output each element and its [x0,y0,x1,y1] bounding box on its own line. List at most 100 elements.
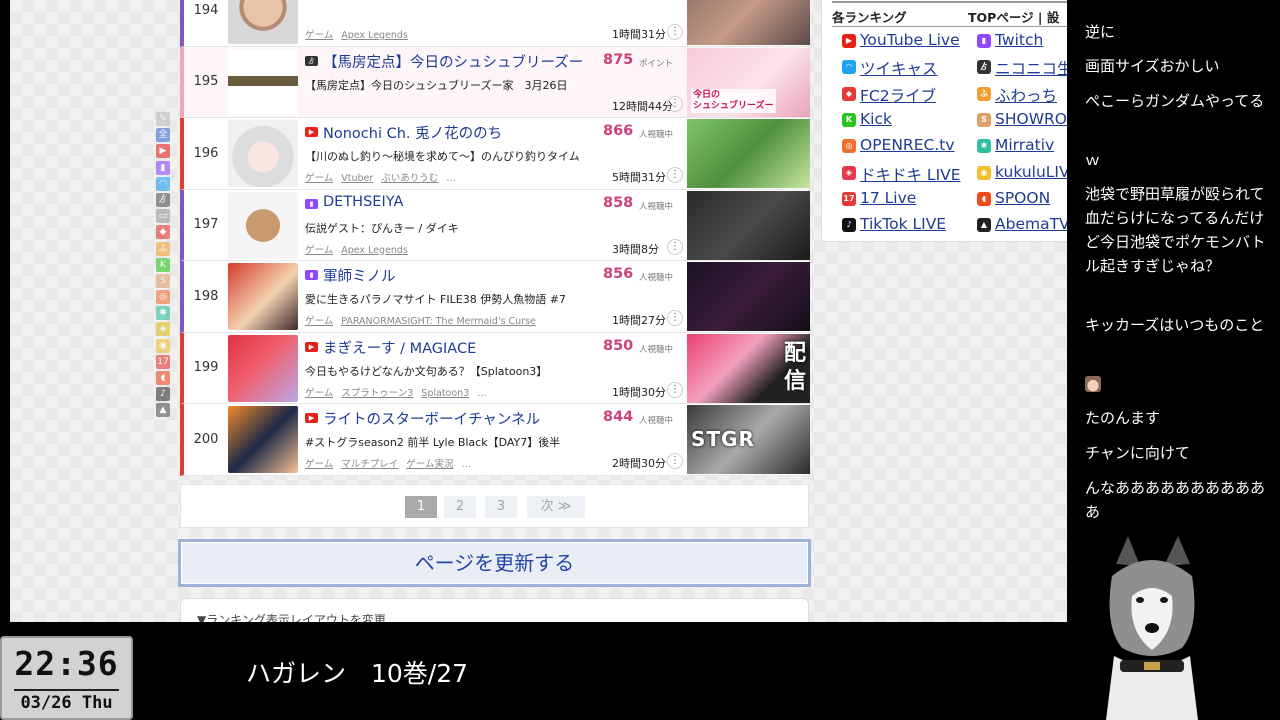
mirrativ-icon[interactable]: ✱ [156,306,170,321]
showroom-icon[interactable]: S [156,273,170,288]
platform-icon: ▶ [305,127,318,137]
tiktok-icon[interactable]: ♪ [156,387,170,402]
more-options-icon[interactable]: ⋮ [667,238,683,255]
tag-link[interactable]: ゲーム [305,316,333,327]
tag-link[interactable]: Apex Legends [341,30,408,41]
platform-link[interactable]: kukuluLIVE [995,163,1067,181]
stream-title[interactable]: 【川のぬし釣り～秘境を求めて～】のんびり釣りタイム [305,148,685,164]
channel-avatar[interactable] [228,191,298,259]
tag-link[interactable]: スプラトゥーン3 [341,388,413,399]
stream-title[interactable]: #ストグラseason2 前半 Lyle Black【DAY7】後半 [305,434,685,450]
channel-name-link[interactable]: まぎえーす / MAGIACE [323,337,593,358]
tag-link[interactable]: Apex Legends [341,245,408,256]
refresh-page-button[interactable]: ページを更新する [178,539,811,587]
fc2-icon[interactable]: ◆ [156,225,170,240]
edit-icon[interactable]: ✎ [156,112,170,126]
stream-tags: ゲーム Vtuber ぶいありうむ… [305,170,464,184]
platform-link[interactable]: ニコニコ生放送 [995,57,1067,79]
stream-title[interactable]: 【馬房定点】今日のシュシュブリーズー家 3月26日 [305,77,685,93]
channel-name-link[interactable]: ライトのスターボーイチャンネル [323,408,593,429]
channel-avatar[interactable] [228,406,298,473]
channel-avatar[interactable] [228,334,298,402]
stream-thumbnail[interactable] [687,262,810,331]
stream-thumbnail[interactable]: STGR [687,405,810,474]
tag-link[interactable]: ゲーム [305,245,333,256]
dokidoki-icon[interactable]: ◈ [156,322,170,337]
page-3-button[interactable]: 3 [485,496,517,518]
more-options-icon[interactable]: ⋮ [667,381,683,398]
tag-link[interactable]: マルチプレイ [341,459,398,470]
all-icon[interactable]: 全 [156,128,170,143]
tag-link[interactable]: PARANORMASIGHT: The Mermaid's Curse [341,316,536,327]
platform-link[interactable]: Twitch [995,31,1043,49]
stream-thumbnail[interactable] [687,0,810,45]
stream-thumbnail[interactable] [687,119,810,188]
channel-avatar[interactable] [228,48,298,116]
tag-link[interactable]: ゲーム実況 [406,459,453,470]
platform-link[interactable]: ふわっち [995,84,1057,106]
stream-title[interactable]: 今日もやるけどなんか文句ある？【Splatoon3】 [305,363,685,379]
channel-avatar[interactable] [228,263,298,330]
platform-link[interactable]: Mirrativ [995,136,1054,154]
tag-link[interactable]: Splatoon3 [421,388,469,399]
more-options-icon[interactable]: ⋮ [667,167,683,183]
ranking-row[interactable]: 198 ▮ 軍師ミノル 856 人視聴中 愛に生きるパラノマサイト FILE38 伊勢人魚… [180,261,810,333]
stream-title[interactable]: 愛に生きるパラノマサイト FILE38 伊勢人魚物語 #7 [305,291,685,307]
spoon-icon[interactable]: ◖ [156,371,170,385]
more-options-icon[interactable]: ⋮ [667,310,683,326]
tag-link[interactable]: ぶいありうむ [381,173,438,184]
tag-link[interactable]: Vtuber [341,173,373,184]
platform-link[interactable]: ツイキャス [860,57,938,79]
platform-link[interactable]: SPOON [995,189,1050,207]
tv-icon[interactable]: ▭ [156,209,170,224]
channel-name-link[interactable]: 軍師ミノル [323,265,593,286]
tag-link[interactable]: ゲーム [305,388,333,399]
channel-name-link[interactable]: Nonochi Ch. 兎ノ花ののち [323,122,593,143]
stream-title[interactable]: 伝説ゲスト：ぴんきー / ダイキ [305,220,685,236]
more-options-icon[interactable]: ⋮ [667,95,683,112]
ranking-row[interactable]: 196 ▶ Nonochi Ch. 兎ノ花ののち 866 人視聴中 【川のぬし釣り～秘境を… [180,118,810,190]
platform-link[interactable]: FC2ライブ [860,84,936,106]
ranking-row[interactable]: 195 ゟ【馬房定点】今日のシュシュブリーズー 875 ポイント 【馬房定点】今日のシュ… [180,46,810,118]
ranking-row[interactable]: 199 ▶ まぎえーす / MAGIACE 850 人視聴中 今日もやるけどなんか文句ある… [180,332,810,404]
platform-link[interactable]: YouTube Live [860,31,960,49]
ranking-row[interactable]: 197 ▮ DETHSEIYA 858 人視聴中 伝説ゲスト：ぴんきー / ダイキ ゲーム A… [180,189,810,261]
fuwacchi-icon[interactable]: ふ [156,241,170,256]
platform-link[interactable]: OPENREC.tv [860,136,955,154]
17live-icon[interactable]: 17 [156,354,170,369]
channel-name-link[interactable]: DETHSEIYA [323,194,593,210]
layout-toggle[interactable]: ▼ランキング表示レイアウトを変更 [197,611,386,622]
kukulu-icon[interactable]: ◉ [156,338,170,353]
channel-avatar[interactable] [228,120,298,187]
page-1-button[interactable]: 1 [405,496,437,518]
platform-link[interactable]: ドキドキ LIVE [860,163,961,185]
more-options-icon[interactable]: ⋮ [667,24,683,40]
ranking-row[interactable]: 200 ▶ ライトのスターボーイチャンネル 844 人視聴中 #ストグラseason2 前… [180,404,810,476]
platform-link[interactable]: AbemaTV [995,215,1067,233]
channel-name-link[interactable]: 【馬房定点】今日のシュシュブリーズー [323,51,593,72]
openrec-icon[interactable]: ◎ [156,290,170,305]
rank-number: 195 [193,74,219,90]
platform-link[interactable]: 17 Live [860,189,916,207]
ranking-row[interactable]: 194ゆかぺろ覚醒スクリムゲームApex Legends1時間31分⋮ [180,0,810,47]
more-options-icon[interactable]: ⋮ [667,453,683,469]
platform-link[interactable]: SHOWROOM [995,110,1067,128]
platform-link[interactable]: TikTok LIVE [860,215,946,233]
platform-link[interactable]: Kick [860,110,892,128]
abema-icon[interactable]: ▲ [156,403,170,418]
next-page-button[interactable]: 次 ≫ [527,496,585,518]
stream-thumbnail[interactable]: 今日の シュシュブリーズー [687,47,810,117]
stream-thumbnail[interactable] [687,190,810,260]
tag-link[interactable]: ゲーム [305,30,333,41]
twitch-icon[interactable]: ▮ [156,160,170,175]
kick-icon[interactable]: K [156,257,170,272]
niconico-icon[interactable]: ゟ [156,192,170,207]
tag-link[interactable]: ゲーム [305,459,333,470]
stream-thumbnail[interactable]: 配 信 [687,333,810,403]
page-2-button[interactable]: 2 [444,496,476,518]
youtube-icon[interactable]: ▶ [156,144,170,159]
channel-avatar[interactable] [228,0,298,44]
top-page-link[interactable]: TOPページ | 設 [968,7,1059,26]
twitcasting-icon[interactable]: ◠ [156,176,170,191]
tag-link[interactable]: ゲーム [305,173,333,184]
